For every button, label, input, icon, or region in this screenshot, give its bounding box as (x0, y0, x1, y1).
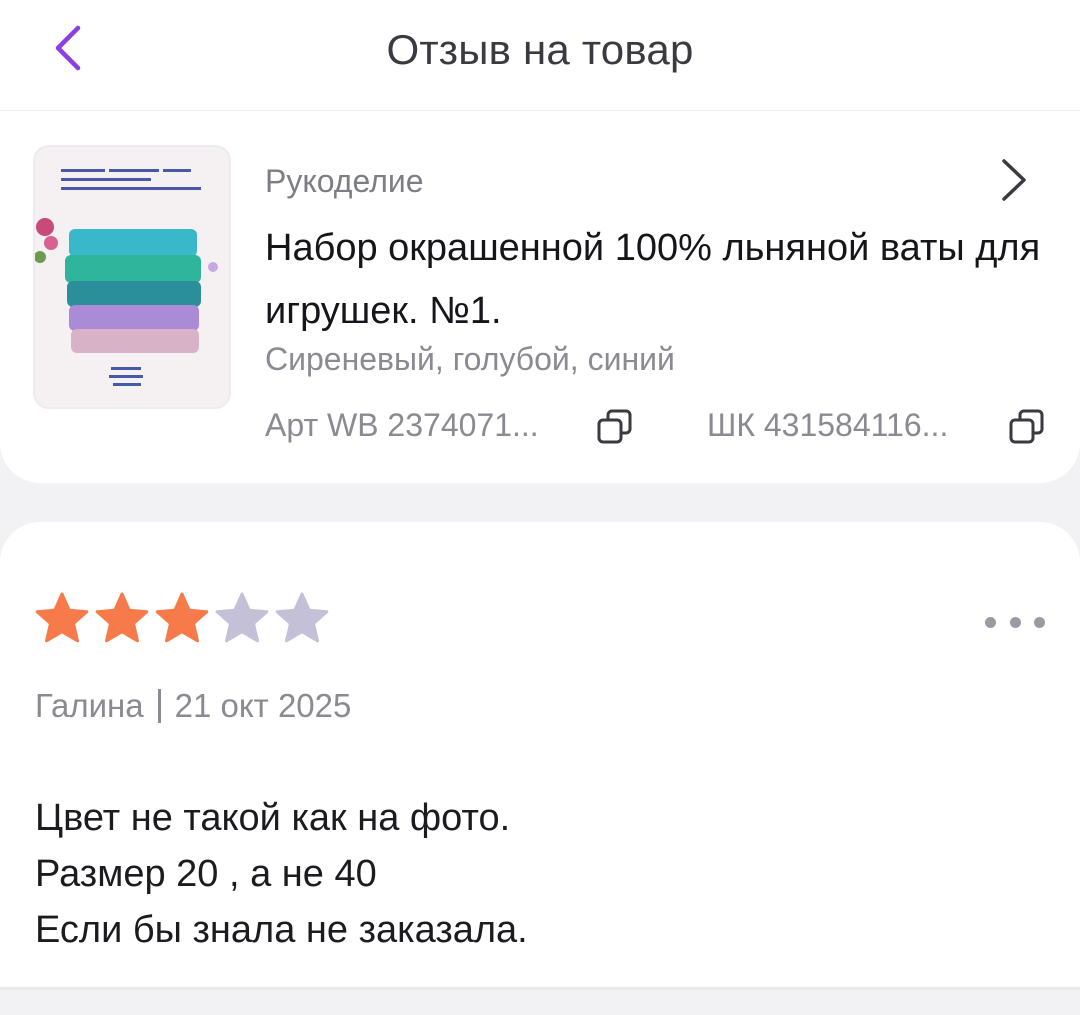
more-icon (1034, 616, 1045, 628)
more-icon (985, 616, 996, 628)
review-author: Галина (35, 687, 144, 724)
product-image[interactable] (33, 145, 231, 409)
product-name: Набор окрашенной 100% льняной ваты для и… (265, 227, 1041, 332)
review-text-line: Цвет не такой как на фото. (35, 797, 511, 839)
star-empty-icon (275, 592, 329, 643)
more-icon (1009, 616, 1021, 628)
review-card: Галина 21 окт 2025 Цвет не такой как на … (0, 522, 1080, 987)
star-rating (33, 590, 331, 650)
star-empty-icon (215, 592, 269, 643)
barcode-number: ШК 431584116... (707, 407, 949, 443)
review-text: Цвет не такой как на фото. Размер 20 , а… (35, 790, 528, 958)
product-codes: Арт WB 2374071... ШК 431584116... (265, 407, 1055, 451)
chevron-right-icon[interactable] (990, 155, 1040, 205)
divider (157, 689, 161, 723)
star-filled-icon (35, 592, 89, 643)
review-date: 21 окт 2025 (174, 687, 352, 724)
article-number: Арт WB 2374071... (265, 407, 539, 443)
more-options-button[interactable] (985, 610, 1045, 634)
product-photo (35, 147, 229, 407)
product-category: Рукоделие (265, 163, 424, 199)
page-title: Отзыв на товар (386, 26, 694, 73)
copy-icon[interactable] (595, 407, 635, 447)
review-text-line: Если бы знала не заказала. (35, 909, 528, 951)
review-meta: Галина 21 окт 2025 (35, 687, 351, 725)
product-card[interactable]: Рукоделие Набор окрашенной 100% льняной … (0, 111, 1080, 483)
top-bar: Отзыв на товар (0, 0, 1080, 110)
review-text-line: Размер 20 , а не 40 (35, 853, 377, 895)
star-filled-icon (155, 592, 209, 643)
copy-icon[interactable] (1007, 407, 1047, 447)
star-filled-icon (95, 592, 149, 643)
product-colors: Сиреневый, голубой, синий (265, 341, 675, 377)
divider (0, 987, 1080, 990)
